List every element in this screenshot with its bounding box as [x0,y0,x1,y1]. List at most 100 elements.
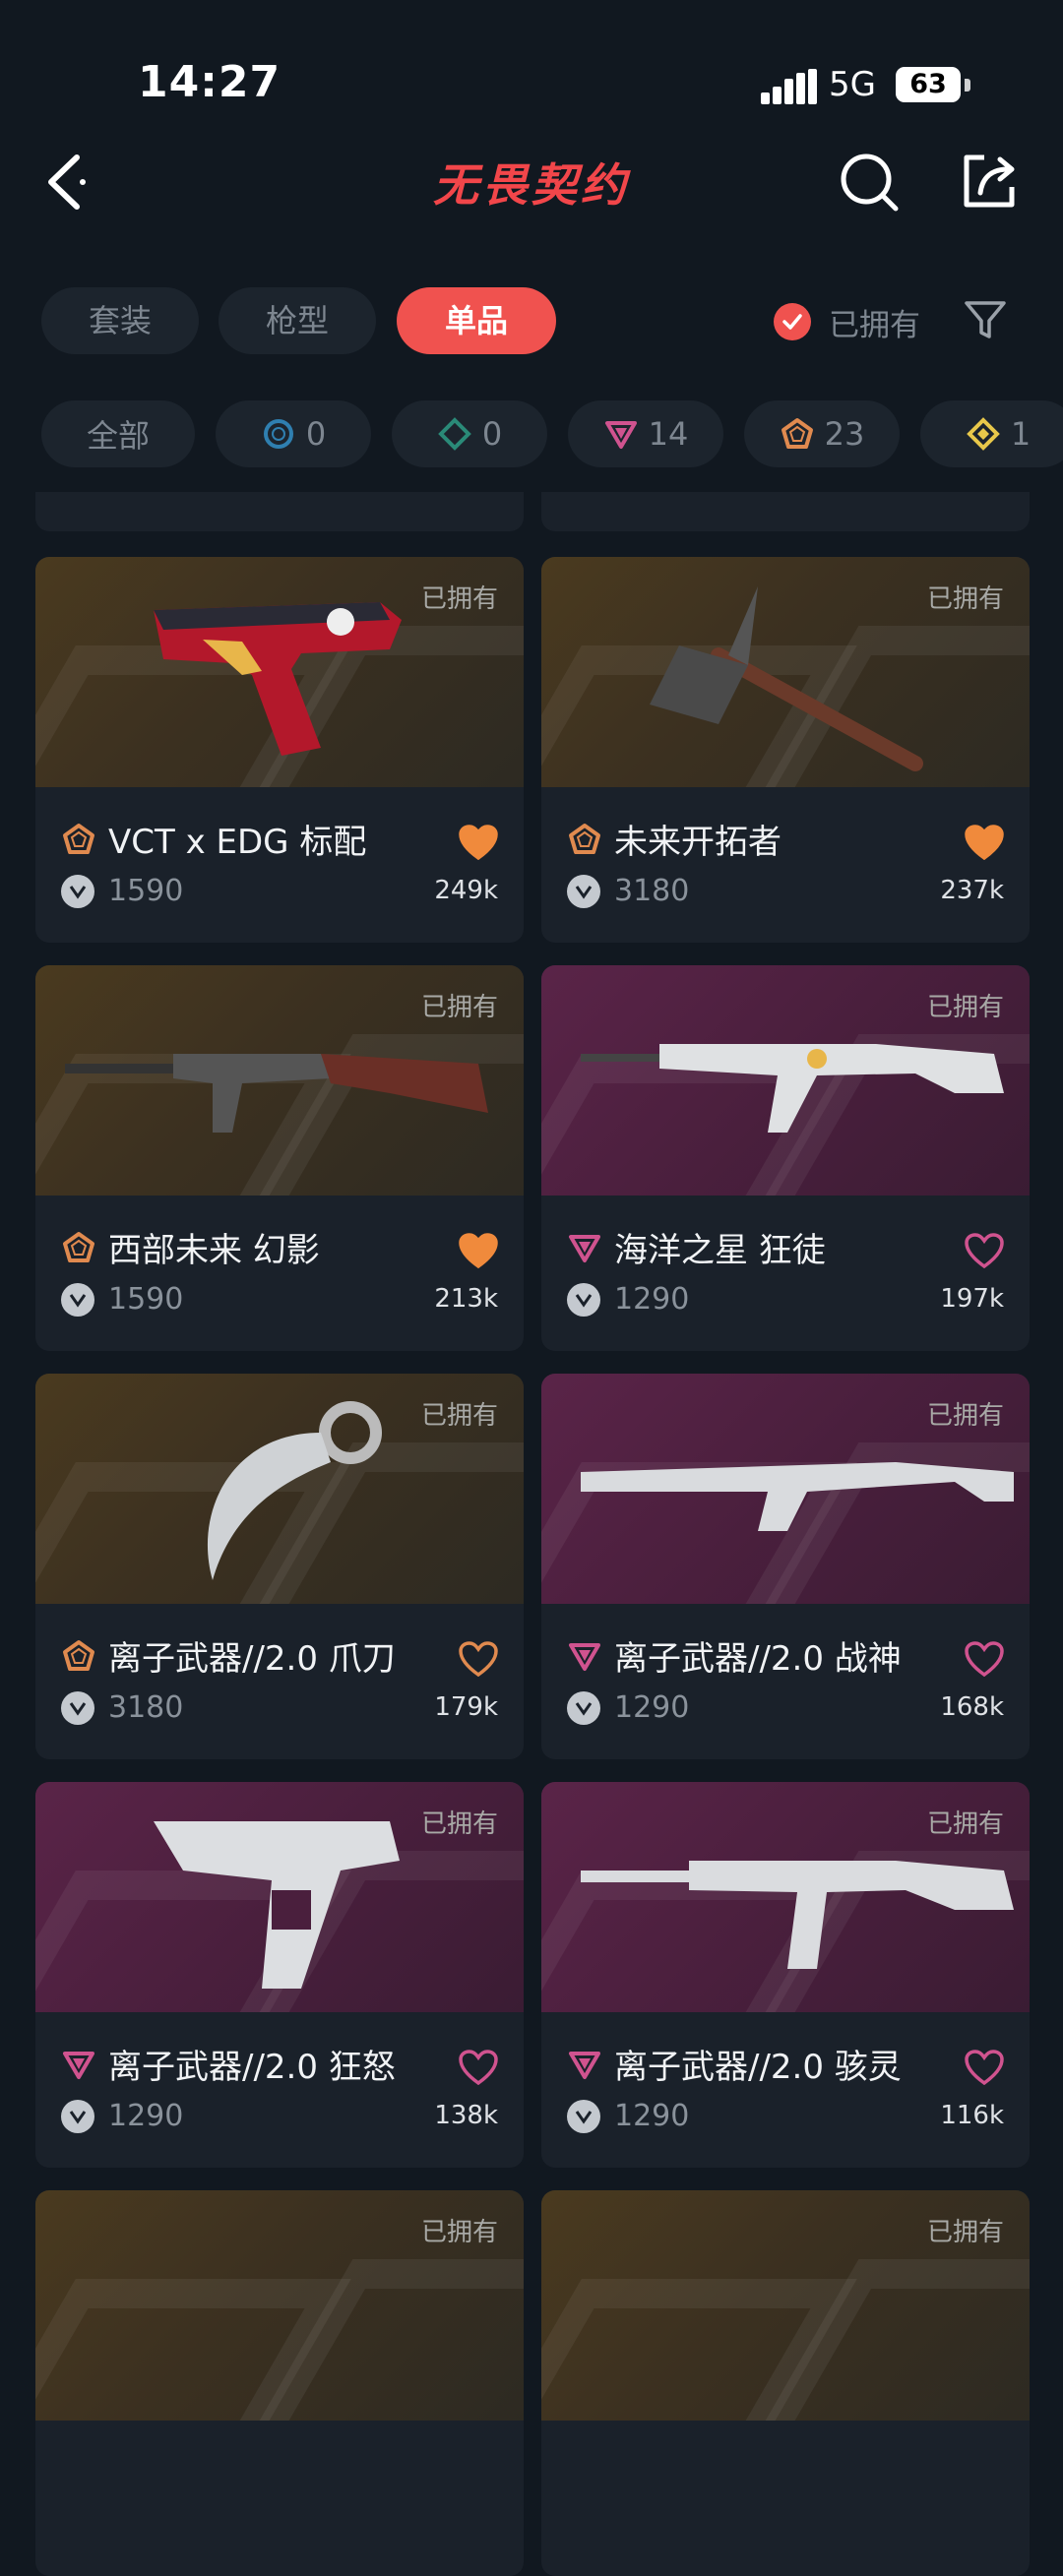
item-title-row: 离子武器//2.0 骇灵 [567,2040,902,2088]
chip-all[interactable]: 全部 [41,400,195,467]
item-name: 海洋之星 狂徒 [614,1231,826,1270]
item-title-row: 海洋之星 狂徒 [567,1223,826,1271]
search-icon[interactable] [837,150,902,215]
premium-tier-icon [569,1642,600,1671]
chip-deluxe-tier[interactable]: 0 [392,400,547,467]
heart-icon[interactable] [459,825,498,860]
item-image: 已拥有 [35,557,524,787]
owned-badge: 已拥有 [926,1401,1004,1431]
owned-badge: 已拥有 [420,2218,498,2247]
item-title-row: 离子武器//2.0 狂怒 [61,2040,396,2088]
item-price: 1290 [614,2099,690,2133]
signal-icon [761,69,817,104]
item-likes: 116k [940,2101,1004,2130]
owned-badge: 已拥有 [420,584,498,614]
item-card[interactable]: 已拥有 [541,2190,1030,2576]
item-name: 离子武器//2.0 骇灵 [614,2048,902,2087]
valorant-points-icon [61,874,94,908]
item-title-row: 未来开拓者 [567,815,782,863]
valorant-points-icon [567,1690,600,1725]
valorant-points-icon [567,2099,600,2133]
owned-filter-toggle[interactable]: 已拥有 [774,295,920,348]
exclusive-tier-icon [63,823,94,854]
chip-premium-tier[interactable]: 14 [568,400,723,467]
exclusive-tier-icon [781,418,813,449]
smg-skin-image [581,1861,1014,1969]
item-price: 1290 [108,2099,184,2133]
item-card[interactable]: 已拥有离子武器//2.0 骇灵 1290 116k [541,1782,1030,2168]
axe-skin-image [650,586,923,771]
premium-tier-icon [569,1234,600,1262]
ultra-tier-icon [966,417,1000,451]
heart-icon[interactable] [965,1233,1004,1268]
heart-icon[interactable] [965,825,1004,860]
valorant-points-icon [61,1282,94,1317]
owned-badge: 已拥有 [926,1809,1004,1839]
rifle-skin-image [65,1054,488,1133]
owned-badge: 已拥有 [420,1809,498,1839]
heart-icon[interactable] [459,1233,498,1268]
deluxe-tier-icon [437,417,471,451]
card-previous-left [35,492,524,531]
item-card[interactable]: 已拥有 海洋之星 狂徒 1290 197k [541,965,1030,1351]
item-price-row: 3180 [61,1690,183,1725]
item-card[interactable]: 已拥有 [35,2190,524,2576]
chip-select-tier[interactable]: 0 [216,400,371,467]
item-name: 离子武器//2.0 狂怒 [108,2048,396,2087]
item-title-row: 西部未来 幻影 [61,1223,320,1271]
item-card[interactable]: 已拥有 VCT x EDG 标配 1590 249k [35,557,524,943]
exclusive-tier-icon [63,1231,94,1262]
item-price-row: 1590 [61,1282,183,1317]
item-likes: 249k [434,876,498,905]
heart-icon[interactable] [459,1641,498,1677]
item-card[interactable]: 已拥有离子武器//2.0 战神 1290 168k [541,1374,1030,1759]
item-likes: 213k [434,1284,498,1314]
owned-badge: 已拥有 [926,2218,1004,2247]
item-image: 已拥有 [35,1782,524,2012]
chip-exclusive-tier[interactable]: 23 [744,400,900,467]
heart-icon[interactable] [459,2050,498,2085]
item-card[interactable]: 已拥有离子武器//2.0 狂怒 1290 138k [35,1782,524,2168]
valorant-points-icon [61,1690,94,1725]
item-price-row: 1290 [567,1690,689,1725]
tab-single-items[interactable]: 单品 [397,287,556,354]
checkmark-icon [774,303,811,340]
item-price: 1590 [108,1282,184,1317]
item-name: 西部未来 幻影 [108,1231,320,1270]
item-price-row: 1290 [567,2099,689,2133]
pistol-skin-image [154,602,402,756]
heart-icon[interactable] [965,2050,1004,2085]
item-image: 已拥有 [541,557,1030,787]
item-likes: 197k [940,1284,1004,1314]
item-price-row: 1290 [61,2099,183,2133]
item-card[interactable]: 已拥有 未来开拓者 3180 237k [541,557,1030,943]
item-price: 3180 [614,874,690,908]
item-card[interactable]: 已拥有西部未来 幻影 1590 213k [35,965,524,1351]
status-time: 14:27 [138,57,281,107]
item-name: 离子武器//2.0 爪刀 [108,1639,396,1679]
item-name: 未来开拓者 [614,823,782,862]
battery-icon: 63 [896,67,961,102]
share-icon[interactable] [957,150,1022,215]
status-bar: 14:27 5G 63 [0,0,1063,128]
item-likes: 138k [434,2101,498,2130]
item-image: 已拥有 [541,1374,1030,1604]
item-likes: 168k [940,1692,1004,1722]
tab-sets[interactable]: 套装 [41,287,199,354]
item-image: 已拥有 [35,965,524,1196]
battery-tip [965,79,970,92]
chip-ultra-tier[interactable]: 1 [920,400,1063,467]
heart-icon[interactable] [965,1641,1004,1677]
item-image: 已拥有 [35,2190,524,2421]
item-card[interactable]: 已拥有 离子武器//2.0 爪刀 3180 179k [35,1374,524,1759]
card-previous-right [541,492,1030,531]
filter-icon[interactable] [963,297,1008,342]
item-name: 离子武器//2.0 战神 [614,1639,902,1679]
exclusive-tier-icon [569,823,600,854]
item-image: 已拥有 [541,1782,1030,2012]
valorant-points-icon [567,874,600,908]
tab-weapon-type[interactable]: 枪型 [219,287,376,354]
item-title-row: VCT x EDG 标配 [61,815,366,863]
item-price: 3180 [108,1690,184,1725]
item-image: 已拥有 [541,2190,1030,2421]
